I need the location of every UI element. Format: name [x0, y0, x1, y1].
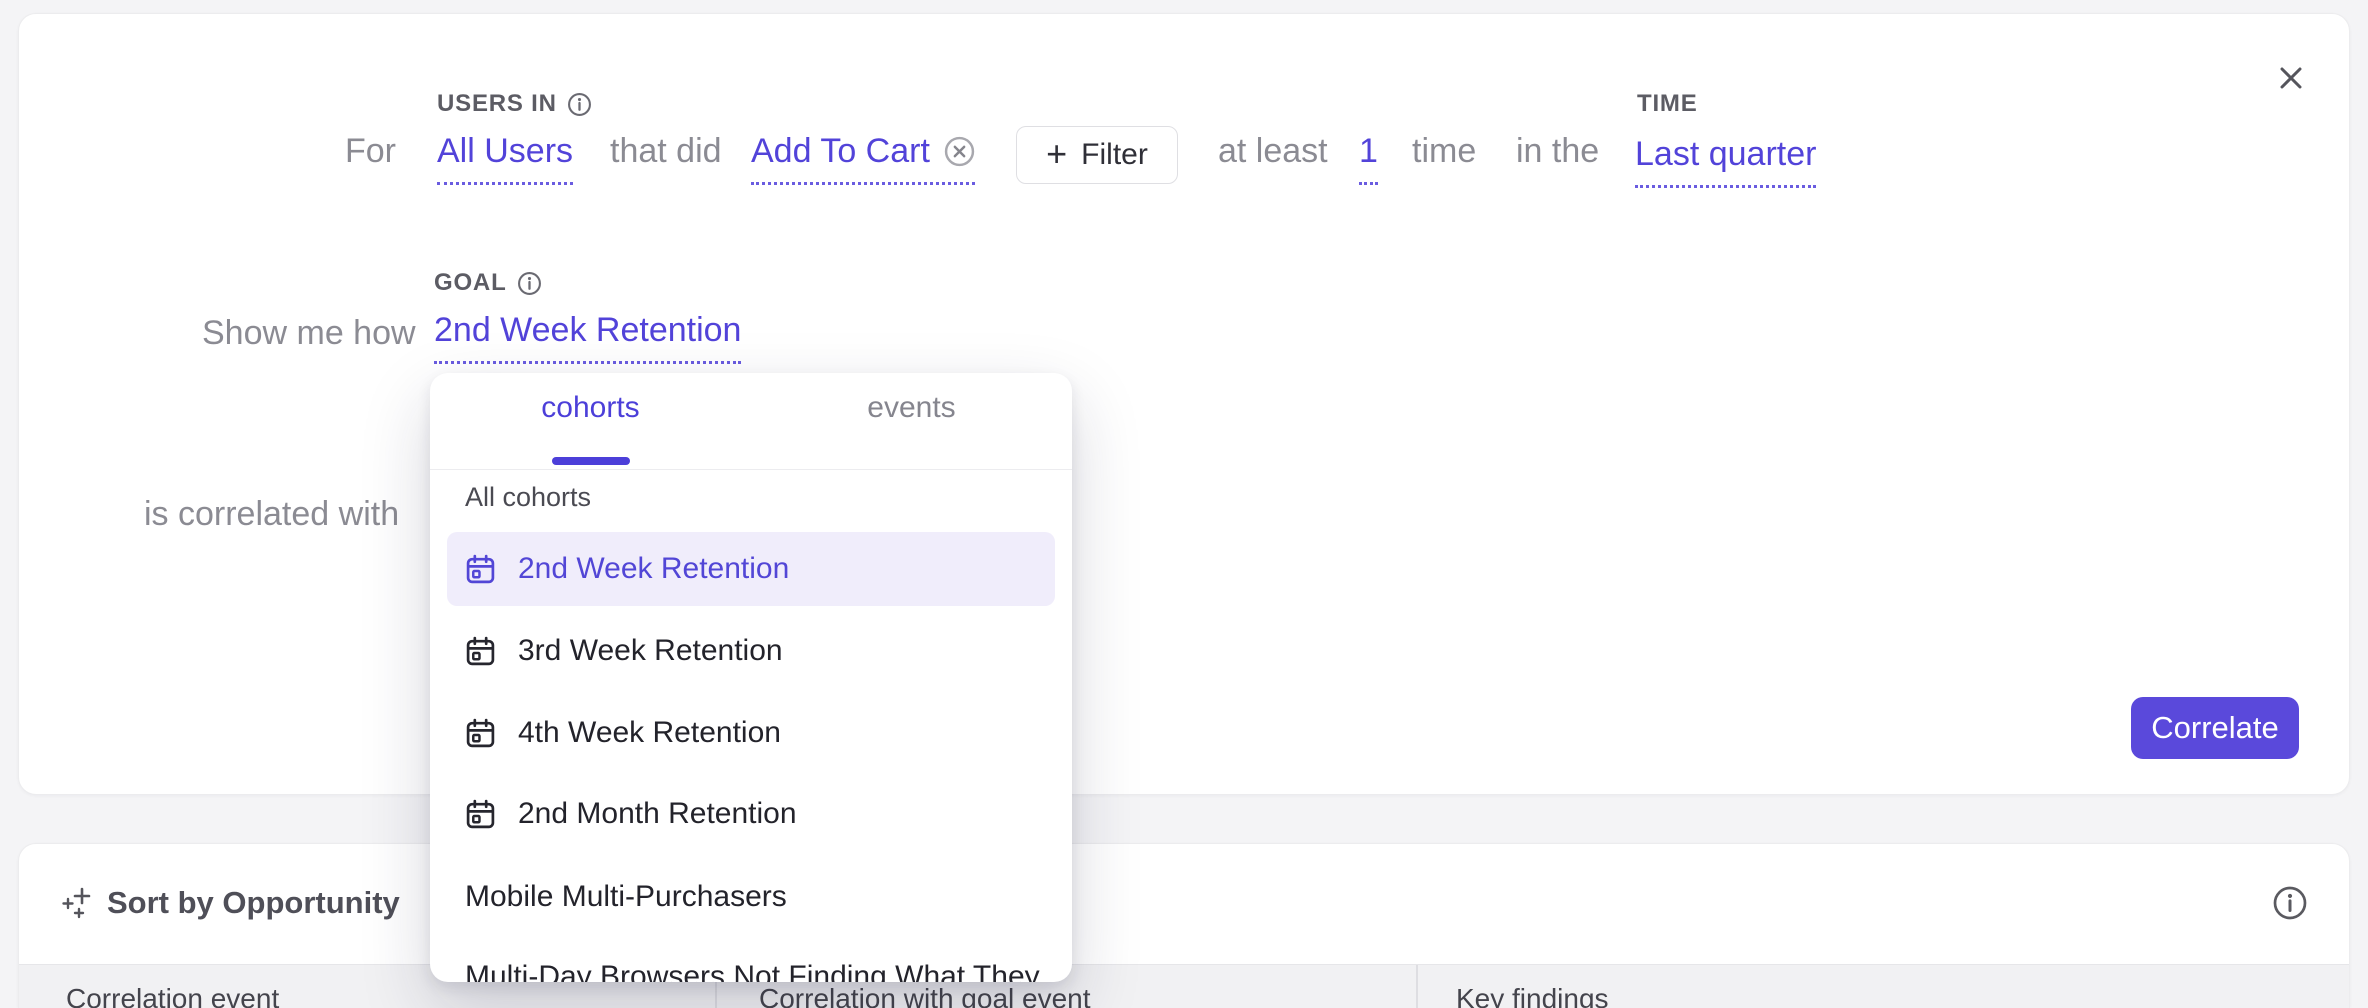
column-header-correlation-event: Correlation event [66, 983, 279, 1008]
cohort-option-4th-week-retention[interactable]: 4th Week Retention [447, 696, 1055, 770]
cohort-selector[interactable]: All Users [437, 130, 573, 185]
event-selector[interactable]: Add To Cart [751, 130, 975, 185]
goal-picker-dropdown: cohorts events All cohorts 2nd Week Rete… [430, 373, 1072, 982]
calendar-icon [465, 554, 496, 585]
plus-icon: + [1046, 136, 1067, 172]
cohort-option-mobile-multi-purchasers[interactable]: Mobile Multi-Purchasers [447, 860, 1055, 934]
cohort-option-label: 2nd Month Retention [518, 797, 797, 831]
tab-events[interactable]: events [751, 373, 1072, 443]
goal-label-text: GOAL [434, 269, 507, 297]
users-in-label: USERS IN [437, 90, 592, 118]
time-label: TIME [1637, 90, 1698, 118]
tab-cohorts[interactable]: cohorts [430, 373, 751, 443]
cohort-option-multi-day-browsers[interactable]: Multi-Day Browsers Not Finding What They [447, 940, 1055, 982]
add-filter-button[interactable]: + Filter [1016, 126, 1178, 184]
info-icon[interactable] [2272, 885, 2308, 921]
event-selector-label: Add To Cart [751, 130, 930, 172]
goal-label: GOAL [434, 269, 542, 297]
sparkles-icon [61, 886, 95, 920]
sentence-at-least: at least [1218, 130, 1328, 172]
cohort-section-label: All cohorts [465, 481, 591, 513]
cohort-option-label: Mobile Multi-Purchasers [465, 880, 787, 914]
calendar-icon [465, 636, 496, 667]
circle-x-icon[interactable] [944, 136, 975, 167]
count-selector[interactable]: 1 [1359, 130, 1378, 185]
active-tab-underline [552, 457, 630, 465]
correlate-button[interactable]: Correlate [2131, 697, 2299, 759]
results-card: Sort by Opportunity Correlation event Co… [18, 843, 2350, 1008]
close-icon [2276, 63, 2306, 93]
cohort-option-label: 2nd Week Retention [518, 552, 789, 586]
calendar-icon [465, 718, 496, 749]
add-filter-label: Filter [1081, 138, 1148, 172]
info-icon [517, 271, 542, 296]
users-in-label-text: USERS IN [437, 90, 557, 118]
info-icon [567, 92, 592, 117]
sentence-that-did: that did [610, 130, 722, 172]
cohort-option-2nd-month-retention[interactable]: 2nd Month Retention [447, 777, 1055, 851]
column-header-key-findings: Key findings [1456, 983, 1609, 1008]
cohort-option-2nd-week-retention[interactable]: 2nd Week Retention [447, 532, 1055, 606]
sentence-for: For [345, 130, 396, 172]
column-divider [1416, 965, 1418, 1008]
sentence-show-me-how: Show me how [202, 312, 416, 354]
goal-selector[interactable]: 2nd Week Retention [434, 309, 741, 364]
dropdown-tabs: cohorts events [430, 373, 1072, 470]
sentence-is-correlated-with: is correlated with [144, 493, 399, 535]
time-range-selector[interactable]: Last quarter [1635, 133, 1816, 188]
sort-by-opportunity-label: Sort by Opportunity [107, 885, 400, 921]
calendar-icon [465, 799, 496, 830]
time-label-text: TIME [1637, 90, 1698, 118]
sentence-time: time [1412, 130, 1476, 172]
sentence-in-the: in the [1516, 130, 1599, 172]
query-builder-card: For USERS IN All Users that did Add To C… [18, 13, 2350, 795]
cohort-option-label: Multi-Day Browsers Not Finding What They [465, 960, 1040, 982]
cohort-option-label: 4th Week Retention [518, 716, 781, 750]
results-table-header: Correlation event Correlation with goal … [19, 964, 2349, 1008]
cohort-option-3rd-week-retention[interactable]: 3rd Week Retention [447, 614, 1055, 688]
column-header-correlation-with-goal-event: Correlation with goal event [759, 983, 1091, 1008]
sort-by-opportunity-button[interactable]: Sort by Opportunity [61, 874, 400, 932]
cohort-option-label: 3rd Week Retention [518, 634, 783, 668]
close-button[interactable] [2271, 58, 2311, 98]
